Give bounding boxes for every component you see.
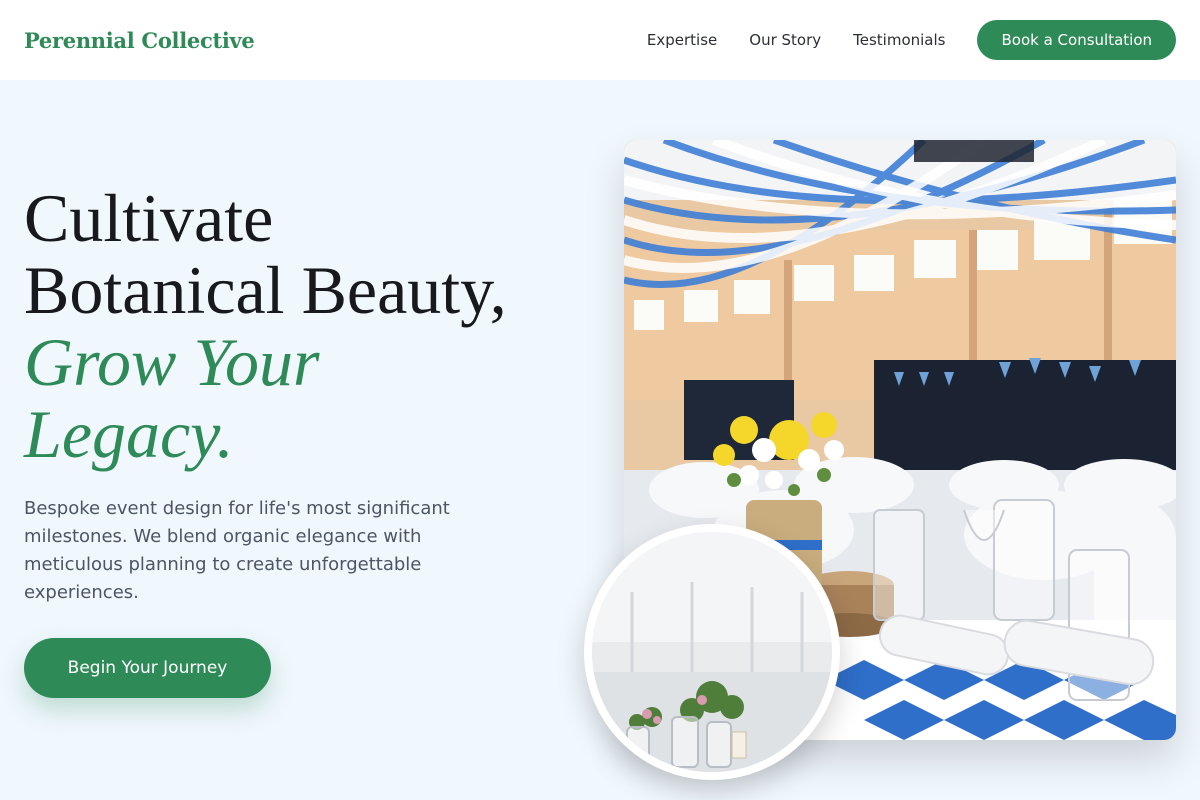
nav-link-testimonials[interactable]: Testimonials xyxy=(853,31,945,49)
hero-title-line-1: Cultivate xyxy=(24,180,274,256)
nav-link-our-story[interactable]: Our Story xyxy=(749,31,821,49)
book-consultation-button[interactable]: Book a Consultation xyxy=(977,20,1176,60)
hero-subtitle: Bespoke event design for life's most sig… xyxy=(24,498,450,603)
brand-logo[interactable]: Perennial Collective xyxy=(24,28,255,53)
begin-journey-button[interactable]: Begin Your Journey xyxy=(24,638,271,698)
hero-title: Cultivate Botanical Beauty, Grow Your Le… xyxy=(24,182,584,470)
site-header: Perennial Collective Expertise Our Story… xyxy=(0,0,1200,80)
nav-link-expertise[interactable]: Expertise xyxy=(647,31,717,49)
main-nav: Expertise Our Story Testimonials Book a … xyxy=(647,20,1176,60)
hero-title-line-2: Botanical Beauty, xyxy=(24,252,507,328)
table-centerpiece-photo xyxy=(584,524,840,780)
hero-title-accent-2: Legacy. xyxy=(24,396,234,472)
hero-title-accent-1: Grow Your xyxy=(24,324,320,400)
